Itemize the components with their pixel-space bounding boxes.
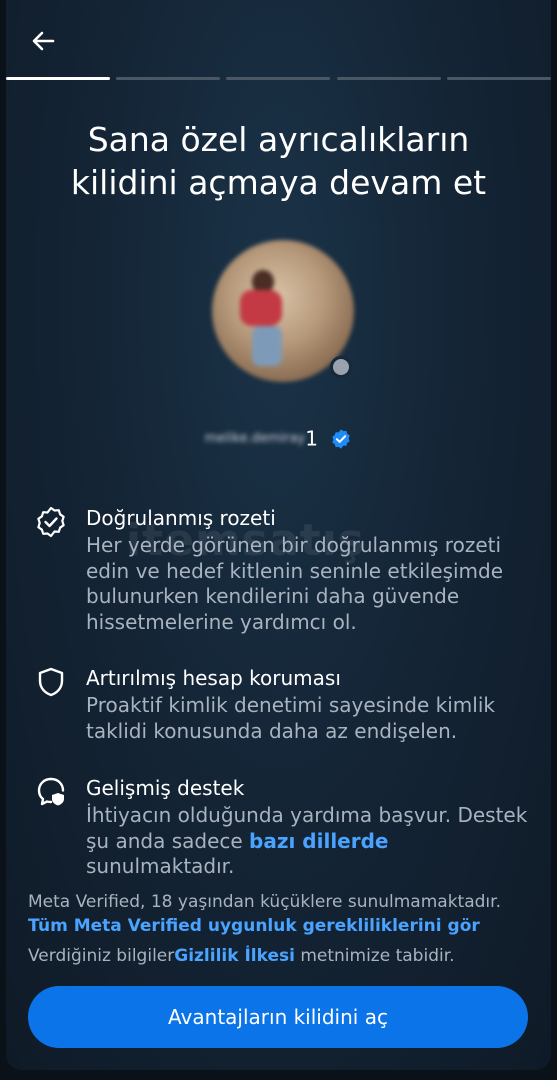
username-blurred: melike.demiray bbox=[204, 431, 306, 446]
title-line-1: Sana özel ayrıcalıkların bbox=[87, 120, 470, 159]
feature-title: Artırılmış hesap koruması bbox=[86, 666, 341, 690]
username: melike.demiray1 bbox=[6, 425, 551, 451]
avatar bbox=[212, 240, 354, 382]
feature-title: Gelişmiş destek bbox=[86, 776, 245, 800]
requirements-link[interactable]: Tüm Meta Verified uygunluk gereklilikler… bbox=[28, 916, 480, 936]
progress-segment-3 bbox=[226, 77, 330, 80]
progress-segment-1 bbox=[6, 77, 110, 80]
shield-icon bbox=[38, 667, 64, 697]
verified-badge-icon bbox=[332, 428, 350, 449]
feature-description: Her yerde görünen bir doğrulanmış rozeti… bbox=[86, 533, 504, 634]
progress-segment-5 bbox=[447, 77, 551, 80]
username-tail: 1 bbox=[305, 426, 318, 451]
age-notice: Meta Verified, 18 yaşından küçüklere sun… bbox=[28, 890, 539, 938]
page-title: Sana özel ayrıcalıkların kilidini açmaya… bbox=[26, 118, 531, 204]
avatar-status-dot bbox=[330, 356, 352, 378]
description-text-end: sunulmaktadır. bbox=[86, 854, 235, 878]
title-line-2: kilidini açmaya devam et bbox=[70, 163, 487, 202]
privacy-notice: Verdiğiniz bilgilerGizlilik İlkesi metni… bbox=[28, 944, 539, 968]
feature-advanced-support: Gelişmiş destek İhtiyacın olduğunda yard… bbox=[34, 775, 531, 878]
back-button[interactable] bbox=[28, 26, 58, 56]
progress-segment-2 bbox=[116, 77, 220, 80]
age-notice-text: Meta Verified, 18 yaşından küçüklere sun… bbox=[28, 892, 501, 912]
privacy-text-end: metnimize tabidir. bbox=[294, 946, 455, 966]
feature-title: Doğrulanmış rozeti bbox=[86, 506, 276, 530]
progress-segment-4 bbox=[337, 77, 441, 80]
support-chat-icon bbox=[37, 777, 65, 806]
privacy-policy-link[interactable]: Gizlilik İlkesi bbox=[174, 946, 295, 966]
step-progress bbox=[6, 77, 551, 81]
feature-verified-badge: Doğrulanmış rozeti Her yerde görünen bir… bbox=[34, 505, 531, 635]
verified-badge-outline-icon bbox=[37, 506, 65, 538]
feature-description: Proaktif kimlik denetimi sayesinde kimli… bbox=[86, 693, 495, 743]
meta-verified-sheet: Sana özel ayrıcalıkların kilidini açmaya… bbox=[6, 0, 551, 1070]
feature-account-protection: Artırılmış hesap koruması Proaktif kimli… bbox=[34, 665, 531, 745]
arrow-left-icon bbox=[32, 31, 55, 51]
feature-description: İhtiyacın olduğunda yardıma başvur. Dest… bbox=[86, 803, 531, 880]
some-languages-link[interactable]: bazı dillerde bbox=[249, 829, 388, 853]
unlock-benefits-button[interactable]: Avantajların kilidini aç bbox=[28, 986, 528, 1048]
privacy-text: Verdiğiniz bilgiler bbox=[28, 946, 175, 966]
